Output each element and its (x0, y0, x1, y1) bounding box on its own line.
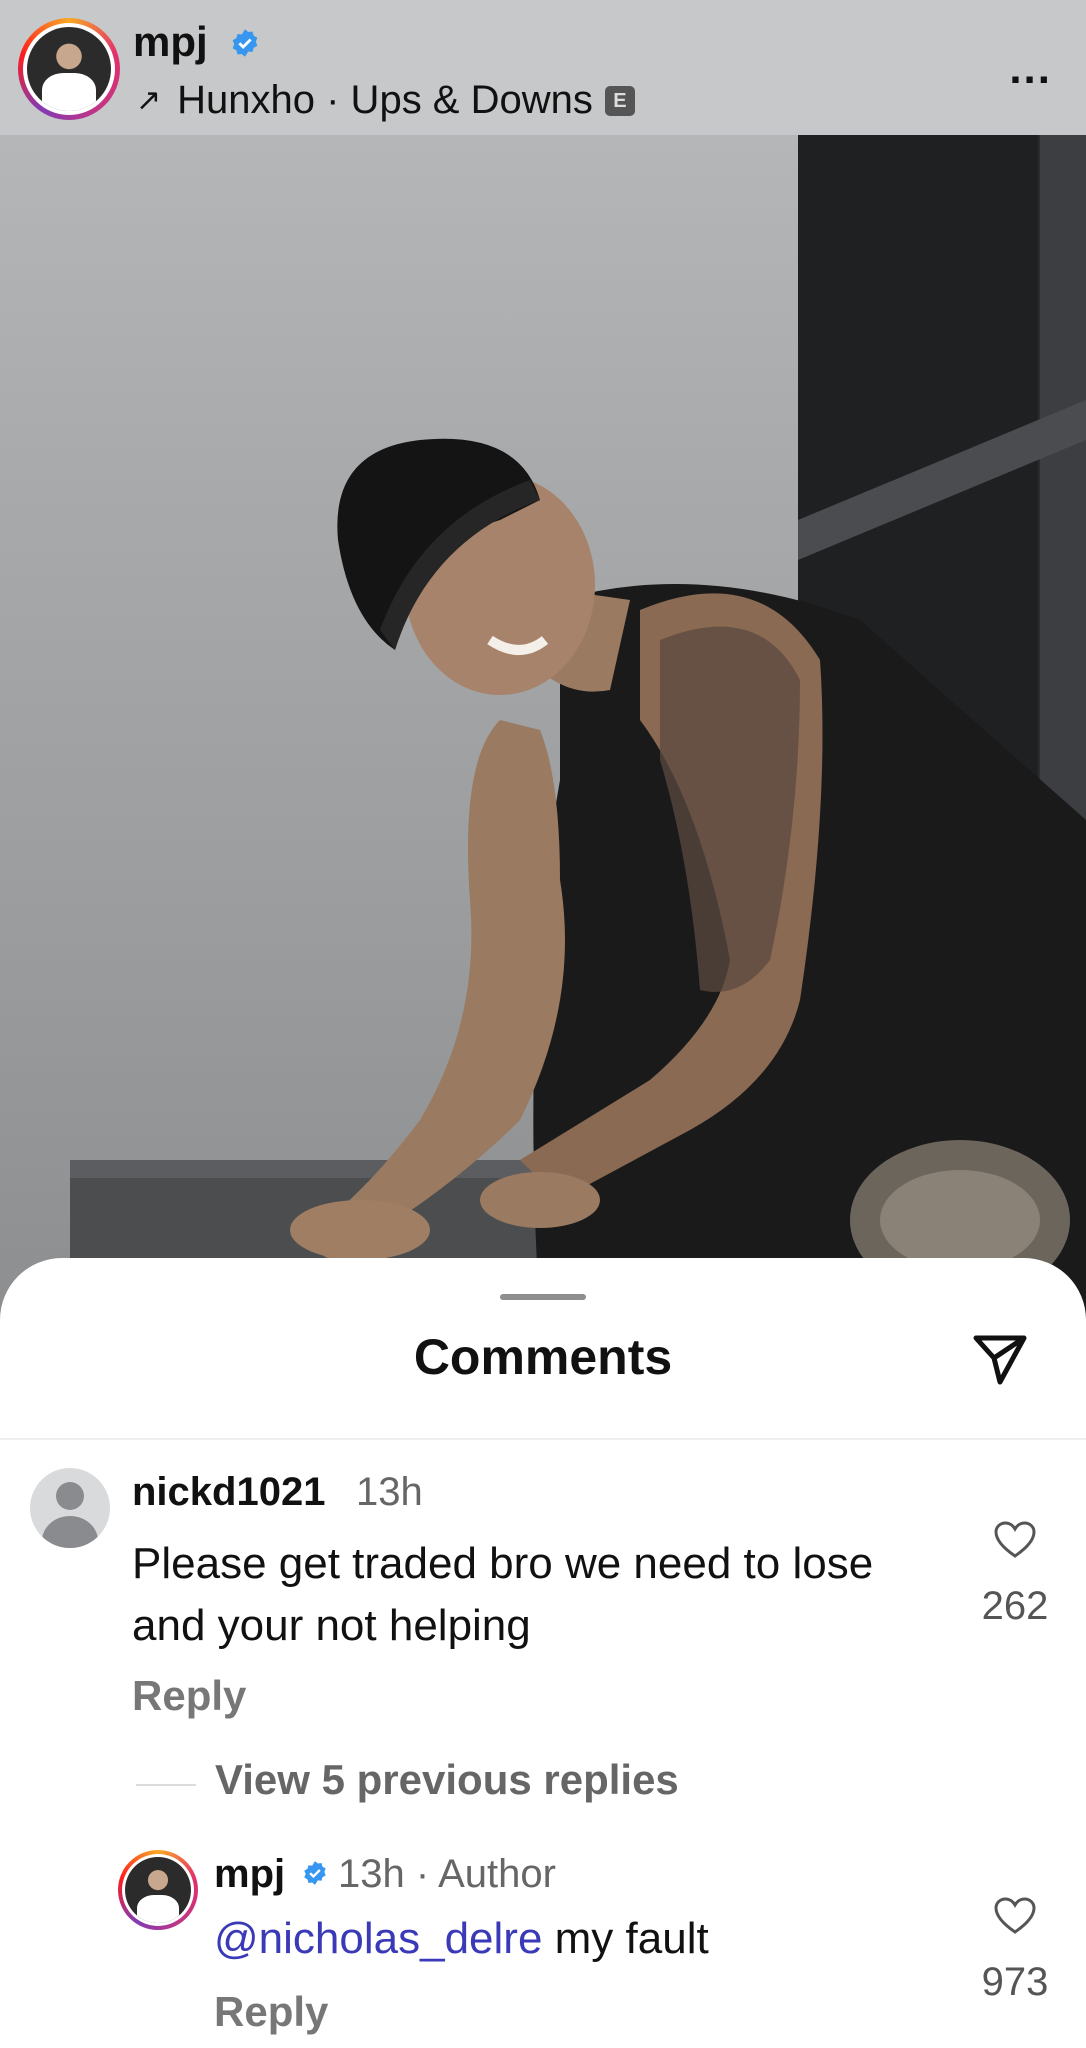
reply-text-body: my fault (542, 1914, 709, 1963)
share-send-icon[interactable] (970, 1330, 1030, 1388)
explicit-badge: E (604, 85, 635, 116)
author-avatar[interactable] (18, 18, 120, 120)
comments-sheet: Comments nickd1021 13h Please get traded… (0, 1258, 1086, 2048)
author-username[interactable]: mpj (133, 18, 208, 66)
comment-like-count: 262 (981, 1584, 1049, 1628)
comment-avatar[interactable] (30, 1468, 110, 1548)
reply-username[interactable]: mpj (214, 1852, 285, 1897)
post-header: mpj ↗ Hunxho · Ups & Downs E ... (0, 0, 1086, 135)
verified-badge-icon (304, 1861, 326, 1885)
replies-line (136, 1784, 196, 1786)
audio-track[interactable]: ↗ Hunxho · Ups & Downs E (136, 78, 635, 123)
more-options-button[interactable]: ... (1009, 44, 1052, 94)
reply-avatar[interactable] (118, 1850, 198, 1930)
reply-reply-button[interactable]: Reply (214, 1988, 328, 2036)
arrow-up-right-icon: ↗ (136, 84, 162, 117)
post-photo (0, 0, 1086, 1320)
comment-username[interactable]: nickd1021 (132, 1470, 325, 1515)
comment-text: Please get traded bro we need to lose an… (132, 1539, 874, 1650)
reply-like-count: 973 (981, 1960, 1049, 2004)
audio-track-label: Hunxho · Ups & Downs (177, 78, 593, 122)
comments-title: Comments (413, 1329, 673, 1385)
reply-meta: 13h · Author (338, 1852, 556, 1896)
heart-icon[interactable] (993, 1520, 1037, 1560)
drag-handle[interactable] (500, 1294, 586, 1300)
comment-time: 13h (356, 1470, 423, 1514)
divider (0, 1438, 1086, 1440)
comment-reply-button[interactable]: Reply (132, 1672, 246, 1720)
heart-icon[interactable] (993, 1896, 1037, 1936)
reply-mention-link[interactable]: @nicholas_delre (214, 1914, 542, 1963)
view-previous-replies-button[interactable]: View 5 previous replies (215, 1756, 679, 1804)
reply-text: @nicholas_delre my fault (214, 1914, 709, 1964)
verified-badge-icon (232, 29, 258, 57)
